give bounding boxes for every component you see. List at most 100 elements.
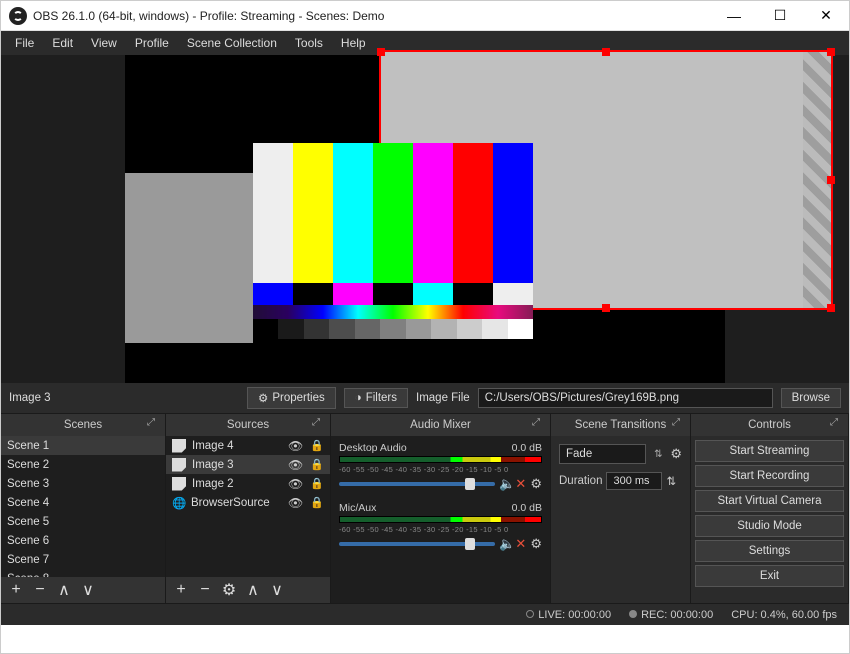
source-row[interactable]: Image 4👁🔒 bbox=[166, 436, 330, 455]
lock-icon[interactable]: 🔒 bbox=[310, 439, 324, 452]
popout-icon[interactable]: ⤢ bbox=[312, 417, 326, 431]
exit-button[interactable]: Exit bbox=[695, 565, 844, 587]
transition-select[interactable]: Fade bbox=[559, 444, 646, 464]
scenes-header: Scenes⤢ bbox=[1, 414, 165, 436]
mute-icon[interactable]: 🔈✕ bbox=[499, 536, 526, 552]
scene-row[interactable]: Scene 4 bbox=[1, 493, 165, 512]
source-properties-button[interactable]: ⚙ bbox=[218, 579, 240, 601]
lock-icon[interactable]: 🔒 bbox=[310, 477, 324, 490]
mixer-channel: Desktop Audio0.0 dB -60 -55 -50 -45 -40 … bbox=[339, 442, 542, 492]
visibility-icon[interactable]: 👁 bbox=[288, 458, 304, 472]
duration-field[interactable]: 300 ms bbox=[606, 472, 662, 490]
image-path-field[interactable]: C:/Users/OBS/Pictures/Grey169B.png bbox=[478, 388, 773, 408]
image-source-icon bbox=[172, 458, 186, 472]
settings-button[interactable]: Settings bbox=[695, 540, 844, 562]
transitions-header: Scene Transitions⤢ bbox=[551, 414, 690, 436]
updown-icon[interactable]: ⇅ bbox=[650, 449, 666, 460]
preview-area[interactable] bbox=[1, 55, 849, 383]
resize-handle-b[interactable] bbox=[602, 304, 610, 312]
gear-icon[interactable]: ⚙ bbox=[530, 476, 542, 492]
image-source-icon bbox=[172, 477, 186, 491]
updown-icon[interactable]: ⇅ bbox=[666, 474, 676, 488]
filters-button[interactable]: ◑Filters bbox=[344, 388, 408, 408]
slider-thumb[interactable] bbox=[465, 538, 475, 550]
studio-mode-button[interactable]: Studio Mode bbox=[695, 515, 844, 537]
popout-icon[interactable]: ⤢ bbox=[830, 417, 844, 431]
scene-row[interactable]: Scene 2 bbox=[1, 455, 165, 474]
remove-scene-button[interactable]: − bbox=[29, 579, 51, 601]
resize-handle-tr[interactable] bbox=[827, 48, 835, 56]
docks: Scenes⤢ Scene 1 Scene 2 Scene 3 Scene 4 … bbox=[1, 413, 849, 603]
menu-edit[interactable]: Edit bbox=[44, 33, 81, 53]
slider-thumb[interactable] bbox=[465, 478, 475, 490]
start-recording-button[interactable]: Start Recording bbox=[695, 465, 844, 487]
gear-icon[interactable]: ⚙ bbox=[670, 446, 682, 462]
move-down-icon[interactable]: ∨ bbox=[266, 579, 288, 601]
channel-name: Mic/Aux bbox=[339, 502, 376, 514]
lock-icon[interactable]: 🔒 bbox=[310, 496, 324, 509]
popout-icon[interactable]: ⤢ bbox=[147, 417, 161, 431]
visibility-icon[interactable]: 👁 bbox=[288, 439, 304, 453]
resize-handle-r[interactable] bbox=[827, 176, 835, 184]
add-scene-button[interactable]: + bbox=[5, 579, 27, 601]
move-up-icon[interactable]: ∧ bbox=[53, 579, 75, 601]
move-down-icon[interactable]: ∨ bbox=[77, 579, 99, 601]
close-button[interactable]: ✕ bbox=[803, 1, 849, 31]
menu-file[interactable]: File bbox=[7, 33, 42, 53]
menu-scene-collection[interactable]: Scene Collection bbox=[179, 33, 285, 53]
gear-icon[interactable]: ⚙ bbox=[530, 536, 542, 552]
sources-toolbar: + − ⚙ ∧ ∨ bbox=[166, 577, 330, 603]
maximize-button[interactable]: ☐ bbox=[757, 1, 803, 31]
context-toolbar: Image 3 ⚙Properties ◑Filters Image File … bbox=[1, 383, 849, 413]
menu-help[interactable]: Help bbox=[333, 33, 374, 53]
minimize-button[interactable]: — bbox=[711, 1, 757, 31]
mixer-body: Desktop Audio0.0 dB -60 -55 -50 -45 -40 … bbox=[331, 436, 550, 603]
popout-icon[interactable]: ⤢ bbox=[672, 417, 686, 431]
channel-name: Desktop Audio bbox=[339, 442, 407, 454]
sources-list[interactable]: Image 4👁🔒 Image 3👁🔒 Image 2👁🔒 🌐BrowserSo… bbox=[166, 436, 330, 577]
properties-button[interactable]: ⚙Properties bbox=[247, 387, 336, 409]
sources-panel: Sources⤢ Image 4👁🔒 Image 3👁🔒 Image 2👁🔒 🌐… bbox=[166, 414, 331, 603]
preview-canvas[interactable] bbox=[125, 55, 725, 383]
resize-handle-t[interactable] bbox=[602, 48, 610, 56]
scene-row[interactable]: Scene 5 bbox=[1, 512, 165, 531]
menu-view[interactable]: View bbox=[83, 33, 125, 53]
popout-icon[interactable]: ⤢ bbox=[532, 417, 546, 431]
volume-slider[interactable] bbox=[339, 542, 495, 546]
scenes-list[interactable]: Scene 1 Scene 2 Scene 3 Scene 4 Scene 5 … bbox=[1, 436, 165, 577]
resize-handle-tl[interactable] bbox=[377, 48, 385, 56]
rec-status: REC: 00:00:00 bbox=[629, 609, 713, 621]
visibility-icon[interactable]: 👁 bbox=[288, 496, 304, 510]
visibility-icon[interactable]: 👁 bbox=[288, 477, 304, 491]
lock-icon[interactable]: 🔒 bbox=[310, 458, 324, 471]
menu-tools[interactable]: Tools bbox=[287, 33, 331, 53]
mixer-channel: Mic/Aux0.0 dB -60 -55 -50 -45 -40 -35 -3… bbox=[339, 502, 542, 552]
audio-mixer-panel: Audio Mixer⤢ Desktop Audio0.0 dB -60 -55… bbox=[331, 414, 551, 603]
scene-row[interactable]: Scene 1 bbox=[1, 436, 165, 455]
audio-meter bbox=[339, 456, 542, 463]
selected-source-name: Image 3 bbox=[9, 392, 239, 404]
scene-row[interactable]: Scene 3 bbox=[1, 474, 165, 493]
volume-slider[interactable] bbox=[339, 482, 495, 486]
controls-body: Start Streaming Start Recording Start Vi… bbox=[691, 436, 848, 603]
source-row[interactable]: 🌐BrowserSource👁🔒 bbox=[166, 493, 330, 512]
source-row[interactable]: Image 2👁🔒 bbox=[166, 474, 330, 493]
transitions-body: Fade ⇅ ⚙ Duration 300 ms ⇅ bbox=[551, 436, 690, 603]
scene-row[interactable]: Scene 6 bbox=[1, 531, 165, 550]
scene-row[interactable]: Scene 7 bbox=[1, 550, 165, 569]
mute-icon[interactable]: 🔈✕ bbox=[499, 476, 526, 492]
add-source-button[interactable]: + bbox=[170, 579, 192, 601]
resize-handle-br[interactable] bbox=[827, 304, 835, 312]
sources-header: Sources⤢ bbox=[166, 414, 330, 436]
browse-button[interactable]: Browse bbox=[781, 388, 841, 408]
scene-row[interactable]: Scene 8 bbox=[1, 569, 165, 577]
channel-db: 0.0 dB bbox=[512, 502, 542, 514]
source-row[interactable]: Image 3👁🔒 bbox=[166, 455, 330, 474]
menu-profile[interactable]: Profile bbox=[127, 33, 177, 53]
move-up-icon[interactable]: ∧ bbox=[242, 579, 264, 601]
start-streaming-button[interactable]: Start Streaming bbox=[695, 440, 844, 462]
start-virtual-camera-button[interactable]: Start Virtual Camera bbox=[695, 490, 844, 512]
window-title: OBS 26.1.0 (64-bit, windows) - Profile: … bbox=[33, 9, 711, 23]
remove-source-button[interactable]: − bbox=[194, 579, 216, 601]
preview-layer-colorbars bbox=[253, 143, 533, 363]
